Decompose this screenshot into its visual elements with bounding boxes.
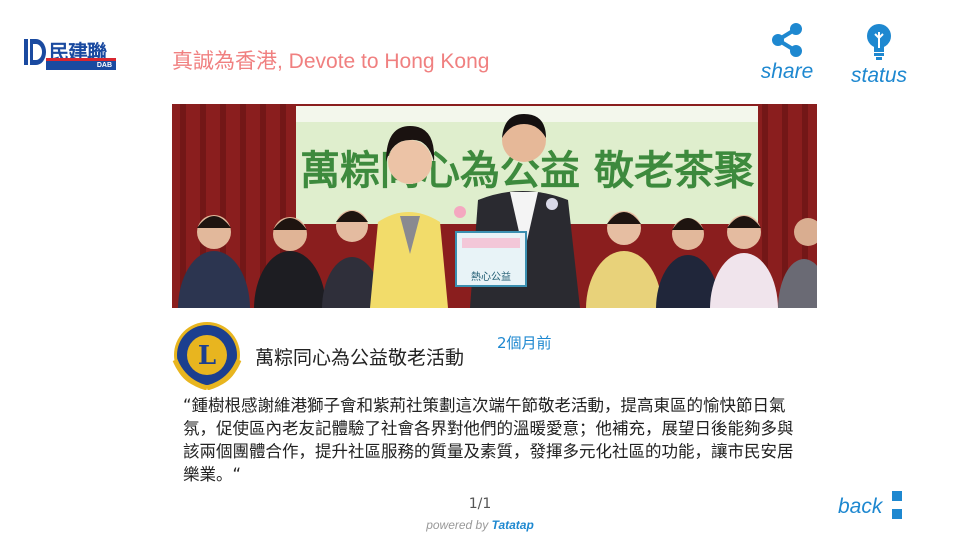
lions-club-logo: L — [172, 322, 242, 390]
status-button[interactable]: status — [845, 22, 913, 88]
back-button[interactable]: back — [838, 495, 882, 519]
event-photo-illustration: 萬粽同心為公益 敬老茶聚 熱心公益 — [172, 104, 817, 308]
status-label: status — [850, 64, 908, 87]
post-body: “鍾樹根感謝維港獅子會和紫荊社策劃這次端午節敬老活動，提高東區的愉快節日氣氛，促… — [183, 396, 794, 484]
powered-by-prefix: powered by — [426, 518, 492, 532]
svg-text:L: L — [198, 341, 216, 371]
powered-by-brand[interactable]: Tatatap — [492, 518, 534, 532]
logo-subtext: DAB — [46, 61, 116, 70]
share-icon — [772, 23, 802, 57]
dab-logo-mark — [24, 39, 46, 65]
app-screen: 民建聯 DAB 真誠為香港, Devote to Hong Kong share… — [0, 0, 960, 540]
back-icon[interactable] — [892, 491, 902, 519]
post-timestamp: 2個月前 — [497, 334, 552, 352]
share-label: share — [760, 60, 814, 83]
post-title: 萬粽同心為公益敬老活動 — [255, 347, 465, 369]
post-photo[interactable]: 萬粽同心為公益 敬老茶聚 熱心公益 — [172, 104, 817, 308]
lightbulb-icon — [867, 24, 891, 60]
powered-by: powered by Tatatap — [0, 518, 960, 532]
certificate-text: 熱心公益 — [471, 270, 511, 283]
page-indicator: 1/1 — [468, 496, 492, 512]
share-button[interactable]: share — [757, 22, 817, 84]
dab-logo: 民建聯 DAB — [24, 38, 118, 70]
page-tagline: 真誠為香港, Devote to Hong Kong — [172, 50, 490, 73]
